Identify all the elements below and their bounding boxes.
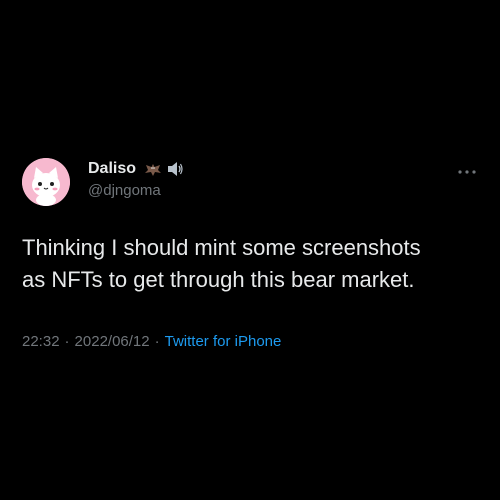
bat-icon [144, 160, 162, 178]
ellipsis-icon [458, 170, 476, 174]
speaker-icon [166, 160, 184, 178]
tweet-date[interactable]: 2022/06/12 [75, 333, 150, 350]
display-name[interactable]: Daliso [88, 160, 136, 178]
source-link[interactable]: Twitter for iPhone [165, 333, 282, 350]
tweet-time[interactable]: 22:32 [22, 333, 60, 350]
cat-avatar-icon [22, 158, 70, 206]
tweet-meta: 22:32 · 2022/06/12 · Twitter for iPhone [22, 333, 281, 350]
tweet-text: Thinking I should mint some screenshots … [22, 235, 421, 292]
meta-separator: · [154, 333, 160, 350]
more-options-button[interactable] [455, 162, 479, 182]
avatar[interactable] [22, 158, 70, 206]
tweet-card: Daliso @djngoma Thinking I should mint s… [0, 0, 500, 500]
meta-separator: · [64, 333, 70, 350]
name-emojis [144, 160, 184, 178]
user-handle[interactable]: @djngoma [88, 182, 161, 199]
